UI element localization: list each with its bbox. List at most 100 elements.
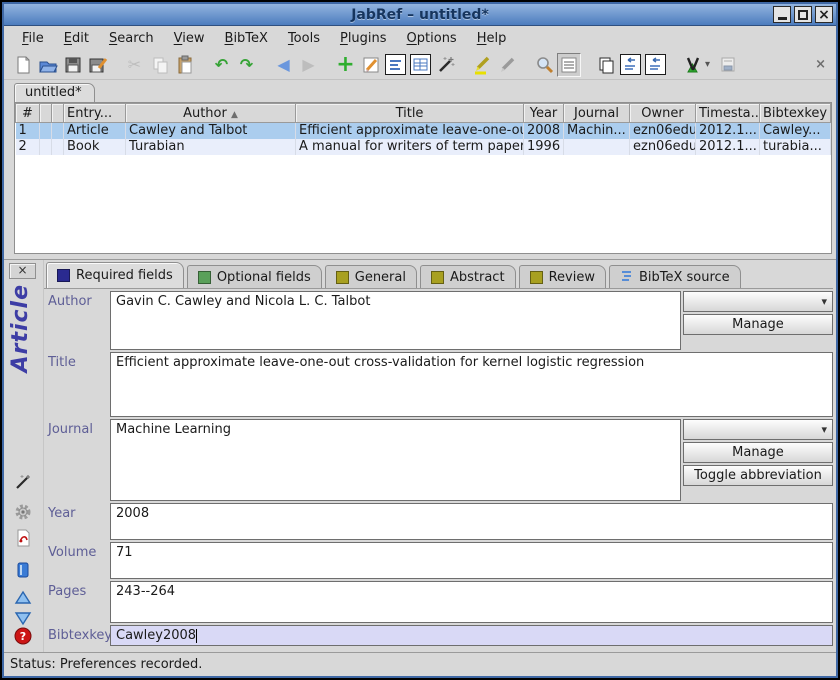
cleanup-wand-icon[interactable] [433, 52, 458, 77]
tab-general[interactable]: General [325, 265, 417, 288]
close-button[interactable]: × [815, 6, 833, 23]
edit-preamble-icon[interactable] [410, 54, 431, 75]
new-database-icon[interactable] [10, 52, 35, 77]
bibtexkey-field[interactable]: Cawley2008 [110, 625, 833, 646]
menu-tools[interactable]: Tools [278, 29, 330, 48]
jabref-window: JabRef – untitled* × File Edit Search Vi… [2, 2, 838, 678]
col-icon-1[interactable] [40, 104, 52, 123]
edit-strings-icon[interactable] [385, 54, 406, 75]
copy-icon[interactable] [147, 52, 172, 77]
cut-icon[interactable]: ✂ [122, 52, 147, 77]
new-entry-icon[interactable]: + [333, 52, 358, 77]
gear-icon[interactable] [13, 502, 33, 522]
minimize-button[interactable] [773, 6, 791, 23]
review-icon [530, 271, 543, 284]
save-database-icon[interactable] [60, 52, 85, 77]
back-icon[interactable]: ◀ [271, 52, 296, 77]
note-icon[interactable] [13, 560, 33, 580]
help-icon[interactable]: ? [13, 626, 33, 646]
pdf-icon[interactable] [13, 528, 33, 548]
col-entrytype[interactable]: Entry... [64, 104, 126, 123]
wand-icon[interactable] [13, 472, 33, 492]
table-row-1-selected[interactable]: 1 Article Cawley and Talbot Efficient ap… [16, 123, 831, 139]
window-controls: × [773, 6, 836, 23]
lyx-pipe-icon[interactable] [680, 52, 705, 77]
pages-label: Pages [44, 581, 110, 623]
required-fields-icon [57, 269, 70, 282]
mark-entries-icon[interactable] [470, 52, 495, 77]
minimize-icon [778, 17, 787, 20]
title-bar: JabRef – untitled* × [4, 4, 836, 26]
fetch-citeseer-icon[interactable] [645, 54, 666, 75]
pages-field[interactable]: 243--264 [110, 581, 833, 623]
author-manage-button[interactable]: Manage [683, 314, 833, 335]
volume-field[interactable]: 71 [110, 542, 833, 579]
move-up-icon[interactable] [13, 588, 33, 608]
menu-bibtex[interactable]: BibTeX [215, 29, 278, 48]
entry-editor-left-strip: × Article ? [4, 260, 44, 652]
col-number[interactable]: # [16, 104, 40, 123]
col-journal[interactable]: Journal [564, 104, 630, 123]
paste-icon[interactable] [172, 52, 197, 77]
col-bibtexkey[interactable]: Bibtexkey [760, 104, 831, 123]
move-down-icon[interactable] [13, 608, 33, 628]
tab-abstract[interactable]: Abstract [420, 265, 516, 288]
journal-manage-button[interactable]: Manage [683, 442, 833, 463]
toggle-abbreviation-button[interactable]: Toggle abbreviation [683, 465, 833, 486]
volume-field-row: Volume 71 [44, 542, 833, 579]
col-owner[interactable]: Owner [630, 104, 696, 123]
push-dropdown-icon[interactable]: ▾ [705, 59, 715, 70]
menu-file[interactable]: File [12, 29, 54, 48]
menu-options[interactable]: Options [397, 29, 467, 48]
menu-view[interactable]: View [164, 29, 215, 48]
undo-icon[interactable]: ↶ [209, 52, 234, 77]
journal-field[interactable]: Machine Learning [110, 419, 681, 501]
author-name-format-combobox[interactable]: ▾ [683, 291, 833, 312]
year-field[interactable]: 2008 [110, 503, 833, 540]
tab-required-fields[interactable]: Required fields [46, 262, 184, 288]
col-timestamp[interactable]: Timesta... [696, 104, 760, 123]
forward-icon[interactable]: ▶ [296, 52, 321, 77]
entry-editor-main: Required fields Optional fields General … [44, 260, 836, 652]
fetch-medline-icon[interactable] [620, 54, 641, 75]
push-application-icon[interactable] [715, 52, 740, 77]
unmark-entries-icon[interactable] [495, 52, 520, 77]
table-header-row: # Entry... Author ▲ Title Year Journal O… [16, 104, 831, 123]
title-field[interactable]: Efficient approximate leave-one-out cros… [110, 352, 833, 417]
journal-label: Journal [44, 419, 110, 501]
entry-editor-tabs: Required fields Optional fields General … [44, 260, 833, 288]
menu-edit[interactable]: Edit [54, 29, 99, 48]
col-icon-2[interactable] [52, 104, 64, 123]
general-icon [336, 271, 349, 284]
tab-optional-fields[interactable]: Optional fields [187, 265, 322, 288]
author-field[interactable]: Gavin C. Cawley and Nicola L. C. Talbot [110, 291, 681, 350]
maximize-button[interactable] [794, 6, 812, 23]
col-year[interactable]: Year [524, 104, 564, 123]
tab-bibtex-source[interactable]: BibTeX source [609, 265, 741, 288]
entry-editor-close-button[interactable]: × [9, 263, 36, 279]
col-title[interactable]: Title [296, 104, 524, 123]
database-tab-untitled[interactable]: untitled* [14, 83, 95, 102]
redo-icon[interactable]: ↷ [234, 52, 259, 77]
chevron-down-icon: ▾ [821, 295, 827, 308]
required-fields-panel: Author Gavin C. Cawley and Nicola L. C. … [44, 288, 833, 652]
col-author[interactable]: Author ▲ [126, 104, 296, 123]
menu-search[interactable]: Search [99, 29, 164, 48]
toolbar-close-icon[interactable]: × [815, 57, 830, 72]
tab-review[interactable]: Review [519, 265, 606, 288]
year-label: Year [44, 503, 110, 540]
open-database-icon[interactable] [35, 52, 60, 77]
menu-plugins[interactable]: Plugins [330, 29, 397, 48]
entry-editor: × Article ? Required fields [4, 259, 836, 652]
edit-entry-icon[interactable] [358, 52, 383, 77]
journal-combobox[interactable]: ▾ [683, 419, 833, 440]
search-icon[interactable] [532, 52, 557, 77]
pages-field-row: Pages 243--264 [44, 581, 833, 623]
menu-help[interactable]: Help [467, 29, 517, 48]
entries-table: # Entry... Author ▲ Title Year Journal O… [15, 103, 831, 155]
copy-citation-icon[interactable] [593, 52, 618, 77]
save-as-icon[interactable] [85, 52, 110, 77]
table-row-2[interactable]: 2 Book Turabian A manual for writers of … [16, 139, 831, 155]
toggle-search-panel-icon[interactable] [557, 53, 581, 77]
abstract-icon [431, 271, 444, 284]
